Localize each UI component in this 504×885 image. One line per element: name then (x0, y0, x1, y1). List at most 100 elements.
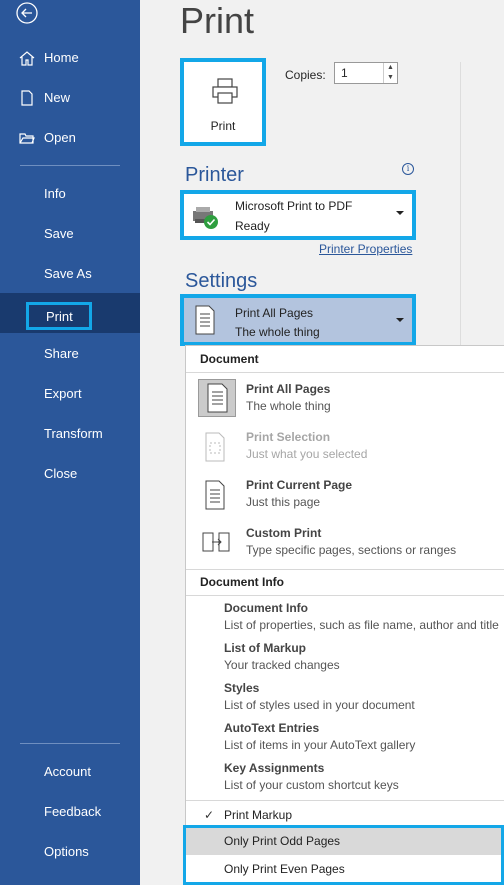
custom-print-icon (201, 527, 233, 562)
menu-item-key-assignments[interactable]: Key Assignments List of your custom shor… (186, 760, 504, 798)
nav-feedback[interactable]: Feedback (0, 792, 140, 832)
menu-item-only-print-odd-pages[interactable]: Only Print Odd Pages (186, 828, 501, 855)
menu-item-custom-print[interactable]: Custom Print Type specific pages, sectio… (186, 521, 504, 565)
menu-item-title: Key Assignments (224, 761, 325, 775)
menu-item-title: AutoText Entries (224, 721, 320, 735)
menu-item-desc: Just what you selected (246, 447, 368, 461)
sidebar-divider (20, 165, 120, 166)
nav-save-as[interactable]: Save As (0, 254, 140, 294)
menu-item-styles[interactable]: Styles List of styles used in your docum… (186, 680, 504, 718)
menu-item-desc: The whole thing (246, 399, 331, 413)
nav-print[interactable]: Print (0, 293, 140, 333)
print-range-desc: The whole thing (235, 325, 320, 339)
menu-item-title: Document Info (224, 601, 308, 615)
copies-stepper[interactable]: 1 ▲ ▼ (334, 62, 398, 84)
menu-item-desc: Just this page (246, 495, 321, 509)
nav-open-label: Open (44, 130, 76, 145)
copies-label: Copies: (285, 68, 326, 82)
nav-home[interactable]: Home (0, 38, 140, 78)
menu-item-title: Styles (224, 681, 260, 695)
menu-item-desc: List of styles used in your document (224, 698, 415, 712)
nav-info-label: Info (44, 186, 66, 201)
odd-even-highlight: Only Print Odd Pages Only Print Even Pag… (183, 825, 504, 885)
all-pages-icon (198, 379, 236, 417)
nav-transform-label: Transform (44, 426, 103, 441)
menu-item-autotext-entries[interactable]: AutoText Entries List of items in your A… (186, 720, 504, 758)
printer-dropdown[interactable]: Microsoft Print to PDF Ready (180, 190, 416, 240)
all-pages-icon (193, 304, 217, 341)
menu-item-label: Only Print Even Pages (224, 862, 345, 876)
nav-print-highlight: Print (26, 302, 92, 330)
printer-properties-link[interactable]: Printer Properties (319, 242, 412, 256)
document-info-group-header: Document Info (200, 575, 284, 589)
nav-export-label: Export (44, 386, 82, 401)
sidebar-divider-bottom (20, 743, 120, 744)
settings-section-title: Settings (185, 270, 258, 292)
menu-divider (186, 595, 504, 596)
printer-name: Microsoft Print to PDF (235, 199, 353, 213)
preview-divider (460, 62, 461, 352)
menu-item-desc: List of items in your AutoText gallery (224, 738, 416, 752)
menu-item-title: Print Current Page (246, 478, 353, 492)
print-button[interactable]: Print (180, 58, 266, 146)
menu-item-label: Only Print Odd Pages (224, 834, 341, 848)
open-folder-icon (18, 129, 36, 147)
backstage-sidebar: Home New Open Info Save Save As Print Sh… (0, 0, 140, 885)
nav-open[interactable]: Open (0, 118, 140, 158)
nav-new-label: New (44, 90, 71, 105)
nav-close-label: Close (44, 466, 78, 481)
current-page-icon (203, 479, 229, 516)
print-range-dropdown[interactable]: Print All Pages The whole thing (180, 294, 416, 346)
menu-item-print-selection[interactable]: Print Selection Just what you selected (186, 425, 504, 469)
printer-status: Ready (235, 219, 270, 233)
back-arrow-icon[interactable] (16, 2, 38, 24)
menu-item-title: Custom Print (246, 526, 322, 540)
chevron-down-icon (396, 318, 404, 322)
nav-options-label: Options (44, 844, 89, 859)
nav-share[interactable]: Share (0, 334, 140, 374)
info-icon[interactable]: i (402, 163, 414, 175)
nav-print-label: Print (46, 309, 73, 324)
new-document-icon (18, 89, 36, 107)
printer-section-title: Printer (185, 164, 244, 186)
nav-save-label: Save (44, 226, 74, 241)
menu-item-print-current-page[interactable]: Print Current Page Just this page (186, 473, 504, 517)
nav-export[interactable]: Export (0, 374, 140, 414)
nav-new[interactable]: New (0, 78, 140, 118)
menu-item-label: Print Markup (224, 808, 293, 822)
printer-ready-icon (191, 205, 221, 236)
home-icon (18, 49, 36, 67)
menu-divider (186, 800, 504, 801)
checkmark-icon: ✓ (204, 808, 215, 822)
nav-save[interactable]: Save (0, 214, 140, 254)
nav-save-as-label: Save As (44, 266, 92, 281)
nav-home-label: Home (44, 50, 79, 65)
document-group-header: Document (200, 352, 259, 366)
nav-account-label: Account (44, 764, 91, 779)
printer-icon (212, 78, 238, 104)
selection-icon (203, 431, 229, 468)
menu-item-desc: List of properties, such as file name, a… (224, 618, 499, 632)
menu-divider (186, 372, 504, 373)
menu-item-desc: List of your custom shortcut keys (224, 778, 399, 792)
spin-arrows-icon[interactable]: ▲ ▼ (383, 63, 397, 83)
menu-item-document-info[interactable]: Document Info List of properties, such a… (186, 600, 504, 638)
nav-close[interactable]: Close (0, 454, 140, 494)
nav-account[interactable]: Account (0, 752, 140, 792)
nav-info[interactable]: Info (0, 174, 140, 214)
menu-item-list-of-markup[interactable]: List of Markup Your tracked changes (186, 640, 504, 678)
menu-item-title: Print All Pages (246, 382, 331, 396)
menu-item-title: List of Markup (224, 641, 307, 655)
nav-transform[interactable]: Transform (0, 414, 140, 454)
nav-options[interactable]: Options (0, 832, 140, 872)
menu-item-print-all-pages[interactable]: Print All Pages The whole thing (186, 377, 504, 421)
menu-divider (186, 569, 504, 570)
print-range-menu: Document Print All Pages The whole thing… (185, 345, 504, 885)
print-range-title: Print All Pages (235, 306, 314, 320)
menu-item-only-print-even-pages[interactable]: Only Print Even Pages (186, 856, 501, 883)
print-button-label: Print (210, 119, 236, 133)
chevron-down-icon (396, 211, 404, 215)
menu-item-title: Print Selection (246, 430, 331, 444)
menu-item-desc: Type specific pages, sections or ranges (246, 543, 457, 557)
copies-value: 1 (341, 66, 348, 80)
